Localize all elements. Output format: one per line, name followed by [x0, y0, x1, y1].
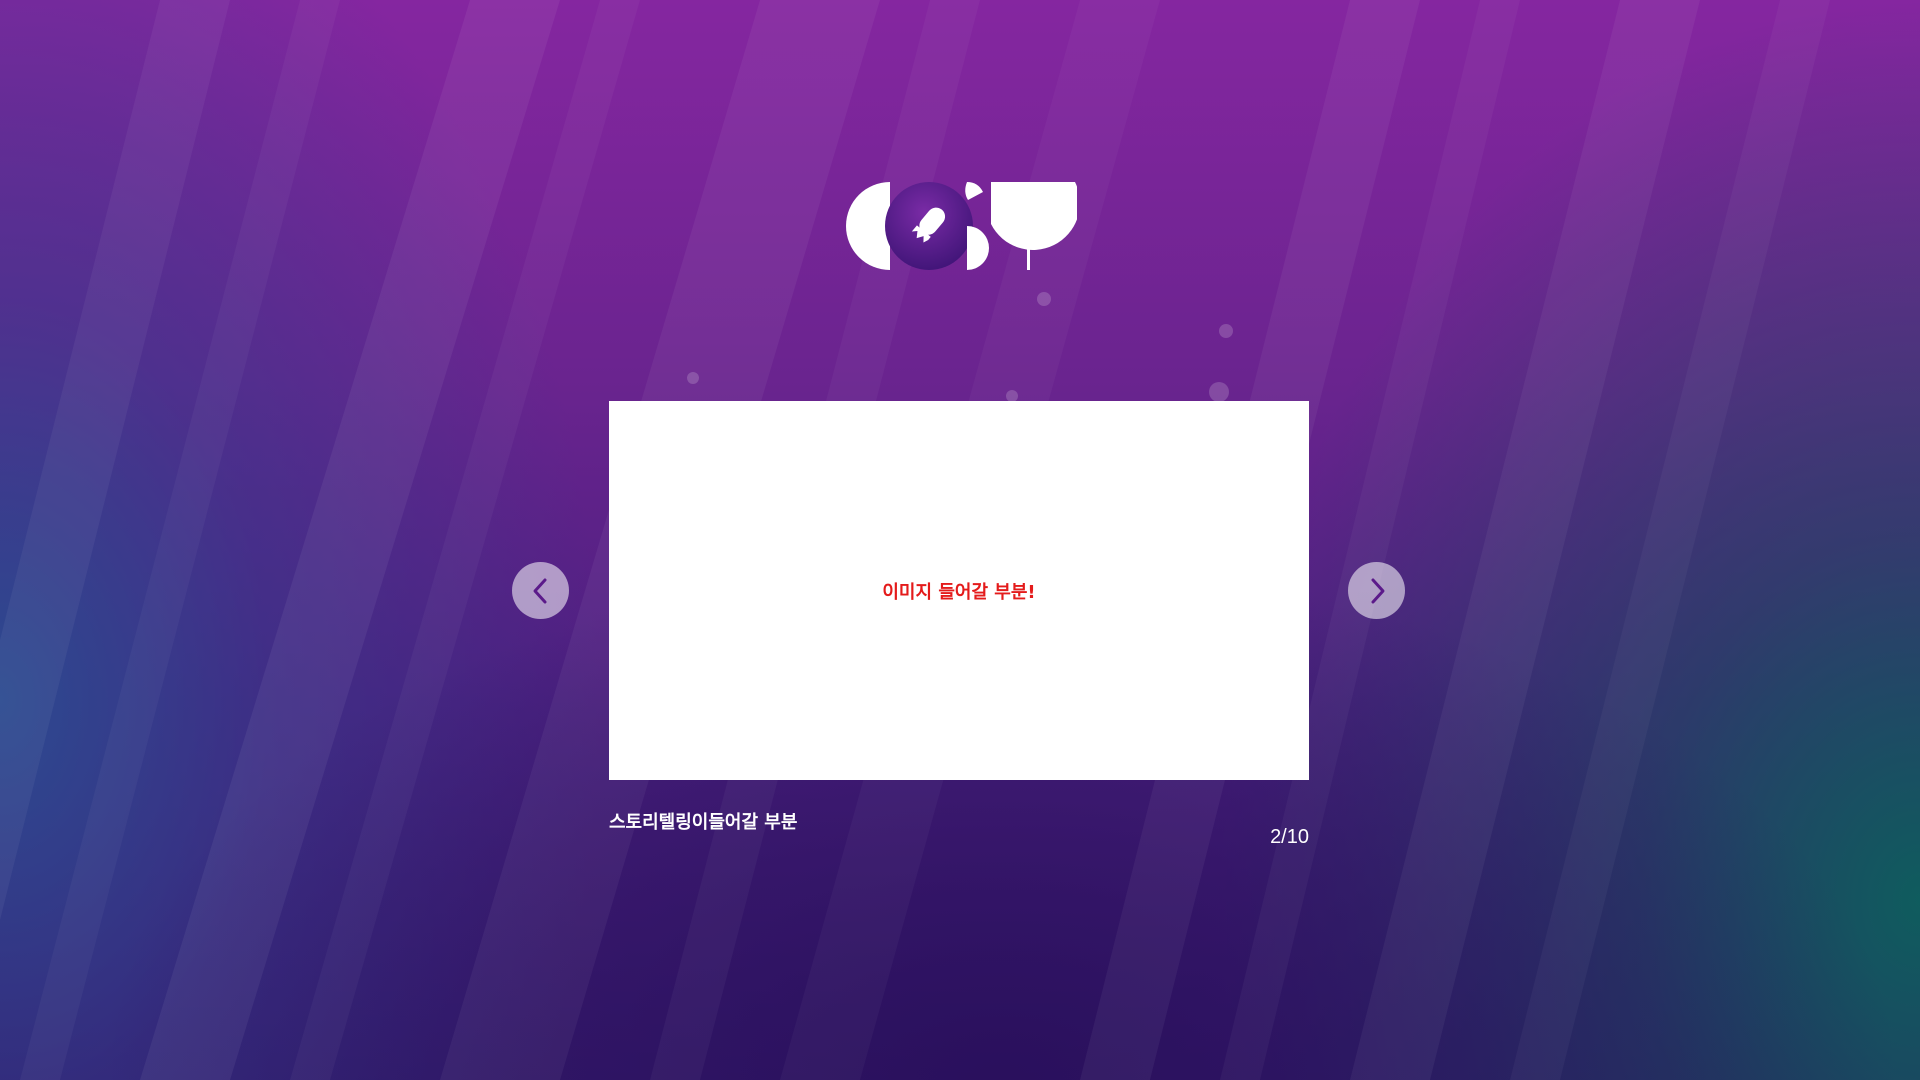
bokeh-particle — [1209, 382, 1229, 402]
bokeh-particle — [1037, 292, 1051, 306]
slide-caption: 스토리텔링이들어갈 부분 — [609, 812, 798, 833]
slide-counter: 2/10 — [1270, 826, 1309, 848]
bokeh-particle — [1219, 324, 1233, 338]
cost-logo — [846, 182, 1077, 270]
app-background: 이미지 들어갈 부분! 스토리텔링이들어갈 부분 2/10 — [0, 0, 1920, 1080]
bokeh-particle — [687, 372, 699, 384]
placeholder-text: 이미지 들어갈 부분! — [882, 581, 1036, 603]
chevron-left-icon — [533, 578, 546, 603]
previous-slide-button[interactable] — [512, 562, 569, 619]
next-slide-button[interactable] — [1348, 562, 1405, 619]
chevron-right-icon — [1371, 578, 1384, 603]
slide-image-placeholder: 이미지 들어갈 부분! — [609, 401, 1309, 780]
